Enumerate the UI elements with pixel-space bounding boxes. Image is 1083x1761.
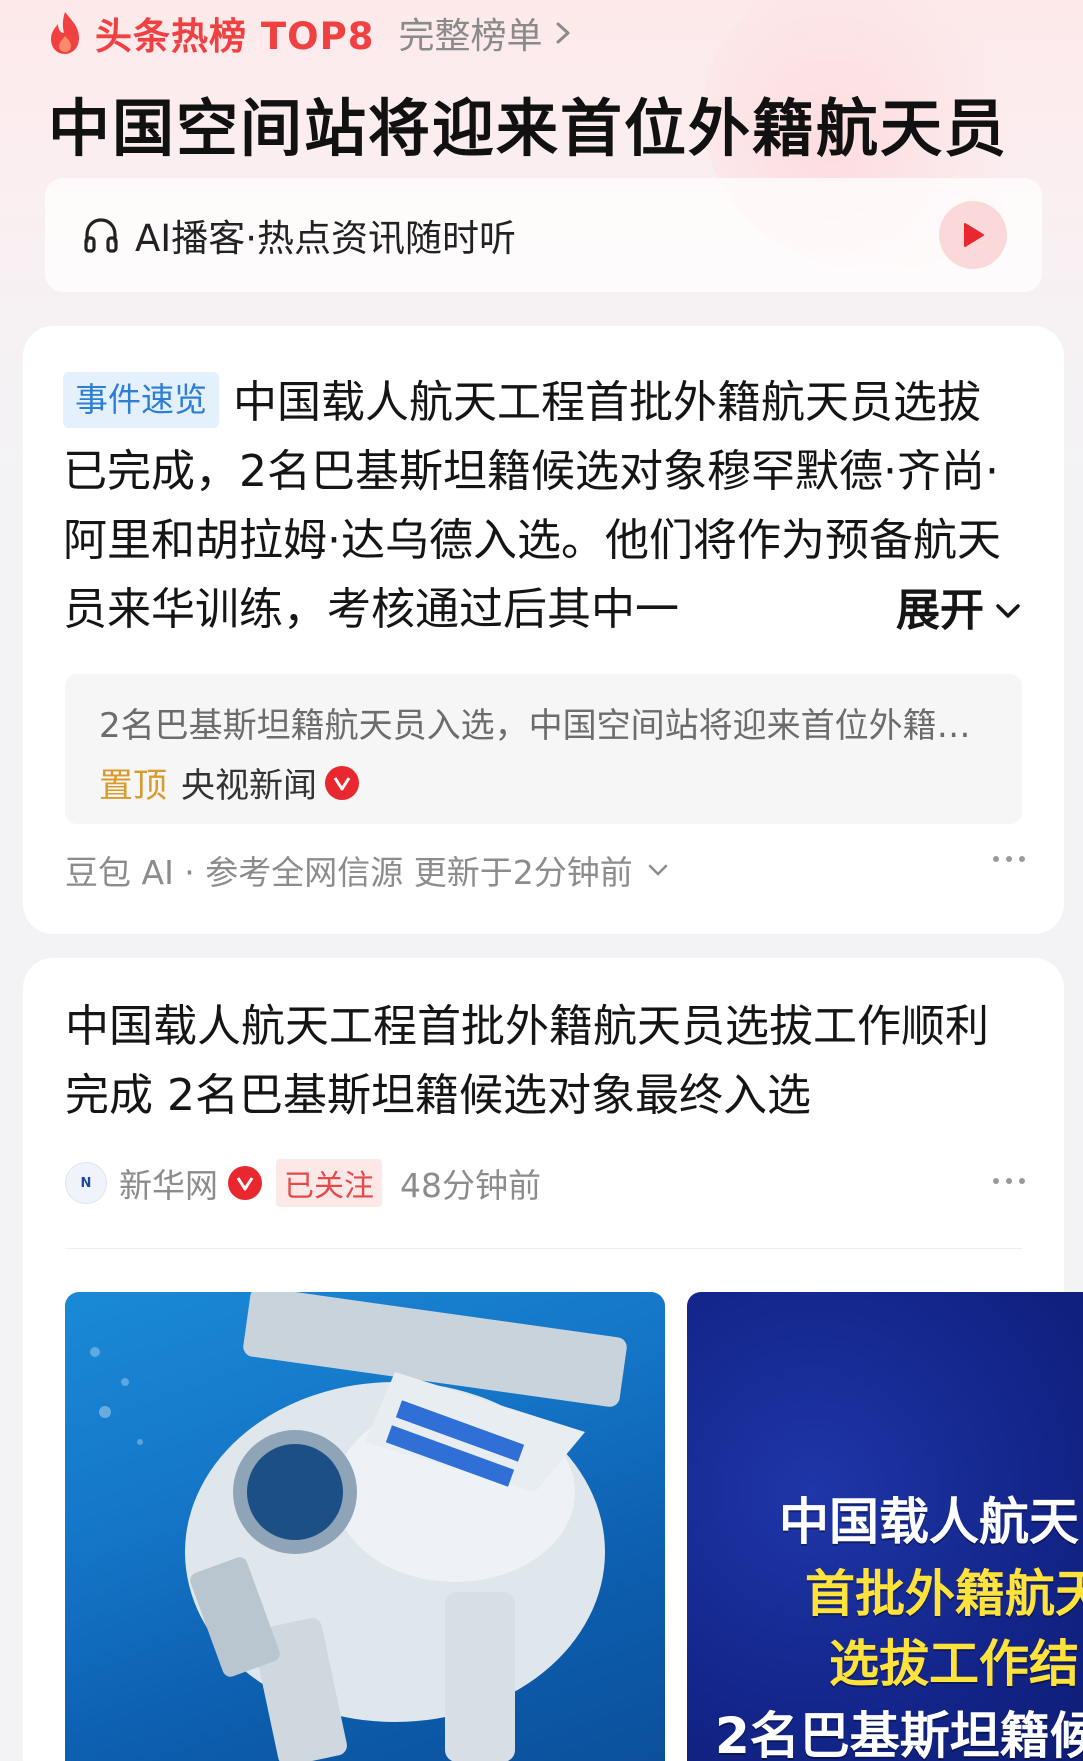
page-title: 中国空间站将迎来首位外籍航天员 (48, 92, 1009, 165)
more-dots-icon[interactable] (993, 1178, 1025, 1184)
chevron-right-icon (556, 22, 570, 44)
play-icon (964, 223, 984, 247)
full-list-link[interactable]: 完整榜单 (398, 7, 574, 59)
verified-v-icon (228, 1166, 262, 1200)
cover-text-line: 首批外籍航天 (805, 1565, 1083, 1623)
astronaut-photo[interactable] (65, 1292, 665, 1761)
podcast-label: AI播客·热点资讯随时听 (135, 217, 516, 260)
ai-podcast-bar[interactable]: AI播客·热点资讯随时听 (45, 178, 1042, 292)
headphone-icon (84, 218, 118, 253)
publish-time: 48分钟前 (400, 1166, 541, 1205)
publisher-name[interactable]: 新华网 (119, 1159, 218, 1207)
chevron-down-icon (648, 864, 668, 876)
source-article-box[interactable]: 2名巴基斯坦籍航天员入选，中国空间站将迎来首位外籍… 置顶 央视新闻 (65, 674, 1022, 824)
play-button[interactable] (939, 201, 1007, 269)
source-meta: 置顶 央视新闻 (99, 758, 359, 807)
article-meta: N 新华网 已关注 48分钟前 (65, 1158, 1025, 1208)
ai-source-text: 豆包 AI · 参考全网信源 更新于2分钟前 (65, 853, 633, 892)
news-cover-image[interactable]: 中国载人航天 首批外籍航天 选拔工作结 2名巴基斯坦籍候 (687, 1292, 1083, 1761)
hot-list-header[interactable]: 头条热榜 TOP8 完整榜单 (45, 8, 574, 58)
page: 头条热榜 TOP8 完整榜单 中国空间站将迎来首位外籍航天员 AI播客·热点资讯… (0, 0, 1083, 1761)
expand-button[interactable]: 展开 (860, 576, 1022, 645)
cover-text-line: 选拔工作结 (829, 1635, 1079, 1693)
followed-badge[interactable]: 已关注 (276, 1159, 382, 1207)
full-list-label: 完整榜单 (398, 16, 543, 57)
ai-source-footer[interactable]: 豆包 AI · 参考全网信源 更新于2分钟前 (65, 846, 1025, 894)
astronaut-illustration (90, 1292, 627, 1761)
news-article-card[interactable]: 中国载人航天工程首批外籍航天员选拔工作顺利完成 2名巴基斯坦籍候选对象最终入选 … (23, 958, 1083, 1761)
event-summary-card: 事件速览 中国载人航天工程首批外籍航天员选拔已完成，2名巴基斯坦籍候选对象穆罕默德… (23, 326, 1064, 934)
hot-list-title: 头条热榜 TOP8 (95, 15, 375, 58)
flame-icon (51, 12, 79, 54)
cover-text-line: 中国载人航天 (779, 1493, 1079, 1551)
xinhua-logo-icon[interactable]: N (65, 1162, 107, 1204)
chevron-down-icon (996, 603, 1020, 618)
divider (65, 1248, 1022, 1249)
event-tag: 事件速览 (63, 372, 219, 428)
source-headline: 2名巴基斯坦籍航天员入选，中国空间站将迎来首位外籍… (99, 706, 971, 746)
article-title[interactable]: 中国载人航天工程首批外籍航天员选拔工作顺利完成 2名巴基斯坦籍候选对象最终入选 (65, 992, 1025, 1130)
cover-text-line: 2名巴基斯坦籍候 (715, 1707, 1083, 1761)
verified-v-icon (325, 765, 359, 800)
pinned-label: 置顶 (99, 766, 167, 806)
source-name: 央视新闻 (181, 766, 317, 806)
more-dots-icon[interactable] (993, 856, 1025, 862)
expand-label: 展开 (896, 585, 984, 636)
